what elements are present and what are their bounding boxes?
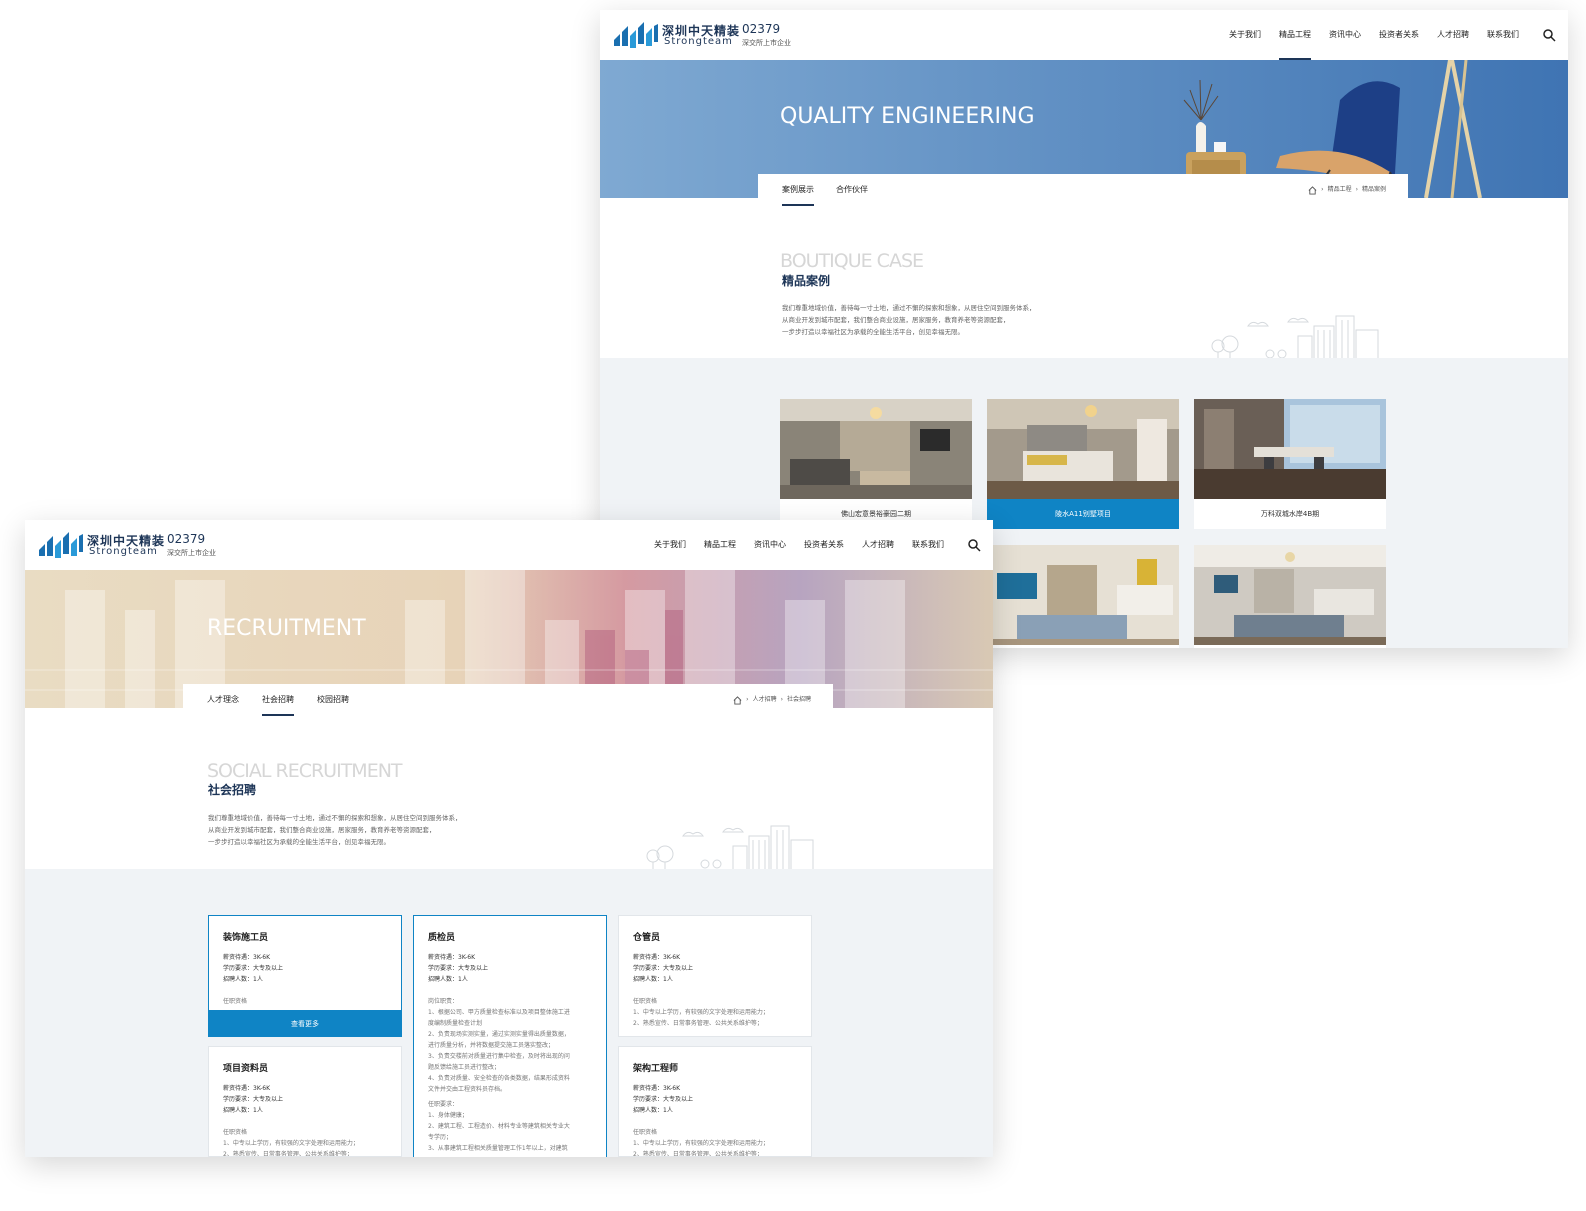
job-title[interactable]: 质检员	[428, 930, 455, 943]
case-card[interactable]: 陵水A11别墅项目	[987, 399, 1179, 529]
breadcrumb: › 精品工程 › 精品案例	[1308, 174, 1386, 206]
job-card[interactable]: 仓管员 薪资待遇：3K-6K 学历要求：大专及以上 招聘人数：1人 任职资格 1…	[618, 915, 812, 1037]
sub-nav: 人才理念 社会招聘 校园招聘 › 人才招聘 › 社会招聘	[183, 684, 833, 716]
breadcrumb-item[interactable]: 精品工程	[1328, 174, 1352, 206]
main-nav: 关于我们 精品工程 资讯中心 投资者关系 人才招聘 联系我们	[1220, 10, 1528, 60]
job-card[interactable]: 项目资料员 薪资待遇：3K-6K 学历要求：大专及以上 招聘人数：1人 任职资格…	[208, 1046, 402, 1157]
job-requirements: 任职资格 1、中专以上学历，有较强的文字处理和运用能力； 2、熟悉宣传、日常事务…	[223, 1129, 359, 1157]
tab-cases[interactable]: 案例展示	[782, 174, 814, 206]
strongteam-logo-icon[interactable]	[37, 530, 85, 560]
search-icon[interactable]	[967, 538, 981, 552]
hero-title: RECRUITMENT	[207, 616, 366, 641]
job-title[interactable]: 装饰施工员	[223, 930, 268, 943]
breadcrumb-separator: ›	[780, 696, 783, 703]
city-line-art-icon	[1208, 315, 1388, 360]
section-description: 我们尊重地域价值，善待每一寸土地，通过不懈的探索和想象，从居住空间到服务体系， …	[782, 304, 1036, 336]
nav-news[interactable]: 资讯中心	[745, 520, 795, 570]
job-requirements: 任职资格	[223, 998, 248, 1005]
nav-careers[interactable]: 人才招聘	[853, 520, 903, 570]
brand-name-en: Strongteam	[664, 36, 733, 47]
section-description: 我们尊重地域价值，善待每一寸土地，通过不懈的探索和想象，从居住空间到服务体系， …	[208, 814, 462, 846]
section-title-en: SOCIAL RECRUITMENT	[207, 760, 403, 782]
breadcrumb-item: 社会招聘	[786, 696, 811, 703]
job-title[interactable]: 仓管员	[633, 930, 660, 943]
case-photo[interactable]	[987, 399, 1179, 499]
site-header: 深圳中天精装 Strongteam 02379 深交所上市企业 关于我们 精品工…	[25, 520, 993, 570]
job-requirements: 任职资格 1、中专以上学历，有较强的文字处理和运用能力； 2、熟悉宣传、日常事务…	[633, 998, 769, 1027]
city-line-art-icon	[643, 825, 823, 870]
sub-nav: 案例展示 合作伙伴 › 精品工程 › 精品案例	[758, 174, 1408, 206]
case-card[interactable]	[1194, 545, 1386, 648]
view-more-button[interactable]: 查看更多	[209, 1010, 401, 1036]
stock-note: 深交所上市企业	[167, 549, 216, 557]
job-card[interactable]: 架构工程师 薪资待遇：3K-6K 学历要求：大专及以上 招聘人数：1人 任职资格…	[618, 1046, 812, 1157]
nav-projects[interactable]: 精品工程	[695, 520, 745, 570]
strongteam-logo-icon[interactable]	[612, 20, 660, 50]
breadcrumb-item: 精品案例	[1361, 186, 1386, 193]
hero-title: QUALITY ENGINEERING	[780, 104, 1035, 129]
case-caption[interactable]	[987, 645, 1179, 648]
nav-careers[interactable]: 人才招聘	[1428, 10, 1478, 60]
job-title[interactable]: 架构工程师	[633, 1061, 678, 1074]
case-photo[interactable]	[1194, 545, 1386, 645]
tab-partners[interactable]: 合作伙伴	[836, 174, 868, 206]
case-caption[interactable]: 陵水A11别墅项目	[987, 499, 1179, 529]
job-requirements: 任职资格 1、中专以上学历，有较强的文字处理和运用能力； 2、熟悉宣传、日常事务…	[633, 1129, 769, 1157]
job-meta: 薪资待遇：3K-6K 学历要求：大专及以上 招聘人数：1人	[633, 954, 694, 983]
nav-investors[interactable]: 投资者关系	[795, 520, 853, 570]
recruitment-page: 深圳中天精装 Strongteam 02379 深交所上市企业 关于我们 精品工…	[25, 520, 993, 1157]
nav-contact[interactable]: 联系我们	[1478, 10, 1528, 60]
nav-investors[interactable]: 投资者关系	[1370, 10, 1428, 60]
main-nav: 关于我们 精品工程 资讯中心 投资者关系 人才招聘 联系我们	[645, 520, 953, 570]
breadcrumb: › 人才招聘 › 社会招聘	[733, 684, 811, 716]
nav-projects[interactable]: 精品工程	[1270, 10, 1320, 60]
case-photo[interactable]	[1194, 399, 1386, 499]
site-header: 深圳中天精装 Strongteam 02379 深交所上市企业 关于我们 精品工…	[600, 10, 1568, 60]
case-card[interactable]: 佛山宏意景裕豪园二期	[780, 399, 972, 529]
tab-campus-recruitment[interactable]: 校园招聘	[317, 684, 349, 716]
nav-about[interactable]: 关于我们	[645, 520, 695, 570]
section-title-cn: 社会招聘	[208, 783, 257, 797]
breadcrumb-separator: ›	[746, 696, 749, 703]
breadcrumb-item[interactable]: 人才招聘	[753, 684, 777, 716]
breadcrumb-separator: ›	[1321, 186, 1324, 193]
search-icon[interactable]	[1542, 28, 1556, 42]
nav-news[interactable]: 资讯中心	[1320, 10, 1370, 60]
section-title-cn: 精品案例	[782, 274, 831, 288]
nav-contact[interactable]: 联系我们	[903, 520, 953, 570]
home-icon[interactable]	[1308, 185, 1317, 195]
stock-code: 02379	[167, 532, 206, 546]
case-card[interactable]	[987, 545, 1179, 648]
case-caption[interactable]	[1194, 645, 1386, 648]
job-card[interactable]: 质检员 薪资待遇：3K-6K 学历要求：大专及以上 招聘人数：1人 岗位职责： …	[413, 915, 607, 1157]
case-photo[interactable]	[780, 399, 972, 499]
brand-name-en: Strongteam	[89, 546, 158, 557]
job-meta: 薪资待遇：3K-6K 学历要求：大专及以上 招聘人数：1人	[223, 954, 284, 983]
job-meta: 薪资待遇：3K-6K 学历要求：大专及以上 招聘人数：1人	[223, 1085, 284, 1114]
breadcrumb-separator: ›	[1355, 186, 1358, 193]
case-caption[interactable]: 万科双城水岸4B期	[1194, 499, 1386, 529]
case-card[interactable]: 万科双城水岸4B期	[1194, 399, 1386, 529]
section-title-en: BOUTIQUE CASE	[780, 250, 924, 272]
nav-about[interactable]: 关于我们	[1220, 10, 1270, 60]
job-title[interactable]: 项目资料员	[223, 1061, 268, 1074]
job-requirements: 岗位职责： 1、根据公司、甲方质量检查标准以及项目整体施工进 度编制质量检查计划…	[428, 998, 570, 1152]
job-meta: 薪资待遇：3K-6K 学历要求：大专及以上 招聘人数：1人	[428, 954, 489, 983]
job-card[interactable]: 装饰施工员 薪资待遇：3K-6K 学历要求：大专及以上 招聘人数：1人 任职资格…	[208, 915, 402, 1037]
tab-social-recruitment[interactable]: 社会招聘	[262, 684, 294, 716]
home-icon[interactable]	[733, 695, 742, 705]
tab-talent-philosophy[interactable]: 人才理念	[207, 684, 239, 716]
stock-code: 02379	[742, 22, 781, 36]
job-meta: 薪资待遇：3K-6K 学历要求：大专及以上 招聘人数：1人	[633, 1085, 694, 1114]
case-photo[interactable]	[987, 545, 1179, 645]
stock-note: 深交所上市企业	[742, 39, 791, 47]
